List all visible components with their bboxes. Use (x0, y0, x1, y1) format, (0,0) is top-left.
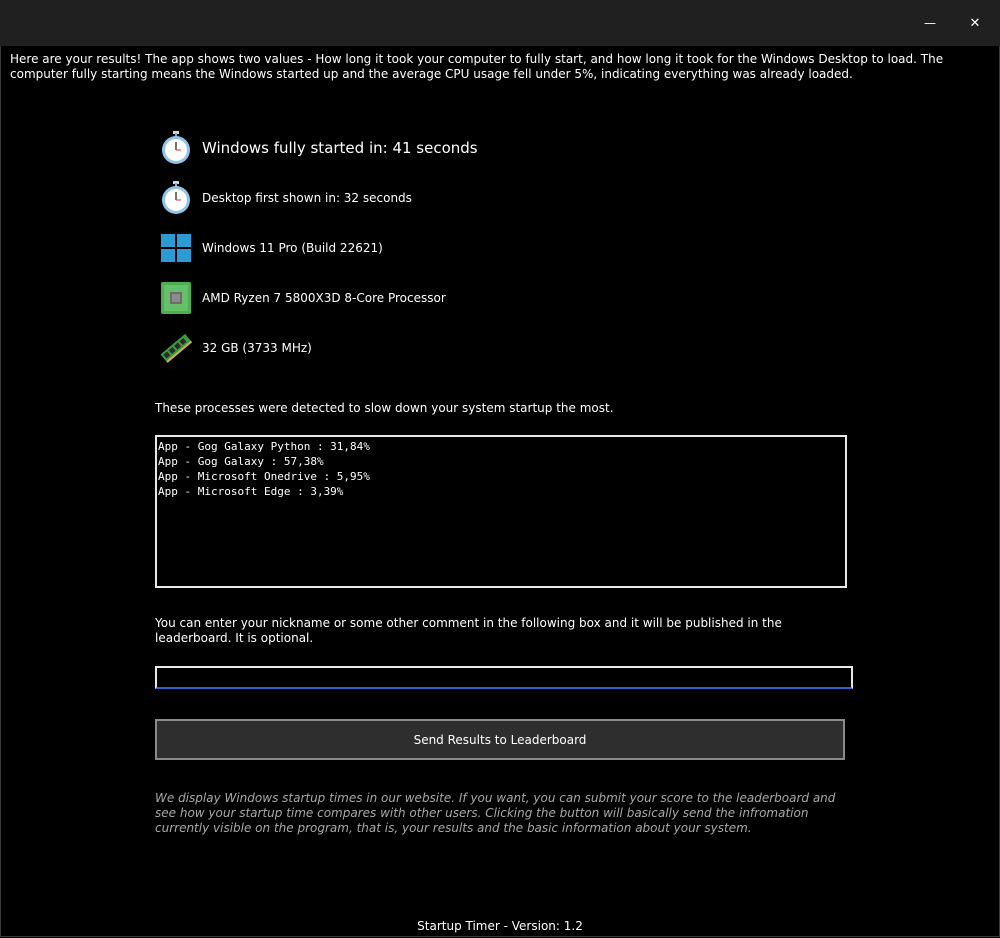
close-button[interactable]: ✕ (952, 0, 998, 46)
os-text: Windows 11 Pro (Build 22621) (202, 241, 383, 255)
ram-row: 32 GB (3733 MHz) (158, 328, 312, 368)
title-bar: — ✕ (0, 0, 1000, 46)
ram-text: 32 GB (3733 MHz) (202, 341, 312, 355)
stopwatch-icon (158, 180, 194, 216)
cpu-chip-icon (158, 280, 194, 316)
stopwatch-icon (158, 130, 194, 166)
minimize-button[interactable]: — (907, 0, 953, 46)
minimize-icon: — (924, 16, 936, 30)
windows-logo-icon (158, 230, 194, 266)
leaderboard-note: We display Windows startup times in our … (155, 791, 836, 835)
nickname-label: You can enter your nickname or some othe… (155, 616, 782, 645)
processes-list[interactable]: App - Gog Galaxy Python : 31,84% App - G… (155, 435, 847, 588)
cpu-row: AMD Ryzen 7 5800X3D 8-Core Processor (158, 278, 446, 318)
nickname-input[interactable] (155, 666, 853, 689)
desktop-shown-row: Desktop first shown in: 32 seconds (158, 178, 412, 218)
desktop-shown-text: Desktop first shown in: 32 seconds (202, 191, 412, 205)
send-results-button[interactable]: Send Results to Leaderboard (155, 719, 845, 760)
version-footer: Startup Timer - Version: 1.2 (417, 919, 583, 933)
processes-label: These processes were detected to slow do… (155, 401, 614, 415)
os-row: Windows 11 Pro (Build 22621) (158, 228, 383, 268)
fully-started-text: Windows fully started in: 41 seconds (202, 139, 478, 157)
intro-text: Here are your results! The app shows two… (10, 52, 944, 81)
list-item: App - Microsoft Onedrive : 5,95% (158, 470, 370, 483)
cpu-text: AMD Ryzen 7 5800X3D 8-Core Processor (202, 291, 446, 305)
ram-module-icon (158, 330, 194, 366)
list-item: App - Gog Galaxy Python : 31,84% (158, 440, 370, 453)
fully-started-row: Windows fully started in: 41 seconds (158, 128, 478, 168)
list-item: App - Gog Galaxy : 57,38% (158, 455, 324, 468)
list-item: App - Microsoft Edge : 3,39% (158, 485, 344, 498)
close-icon: ✕ (969, 15, 981, 31)
